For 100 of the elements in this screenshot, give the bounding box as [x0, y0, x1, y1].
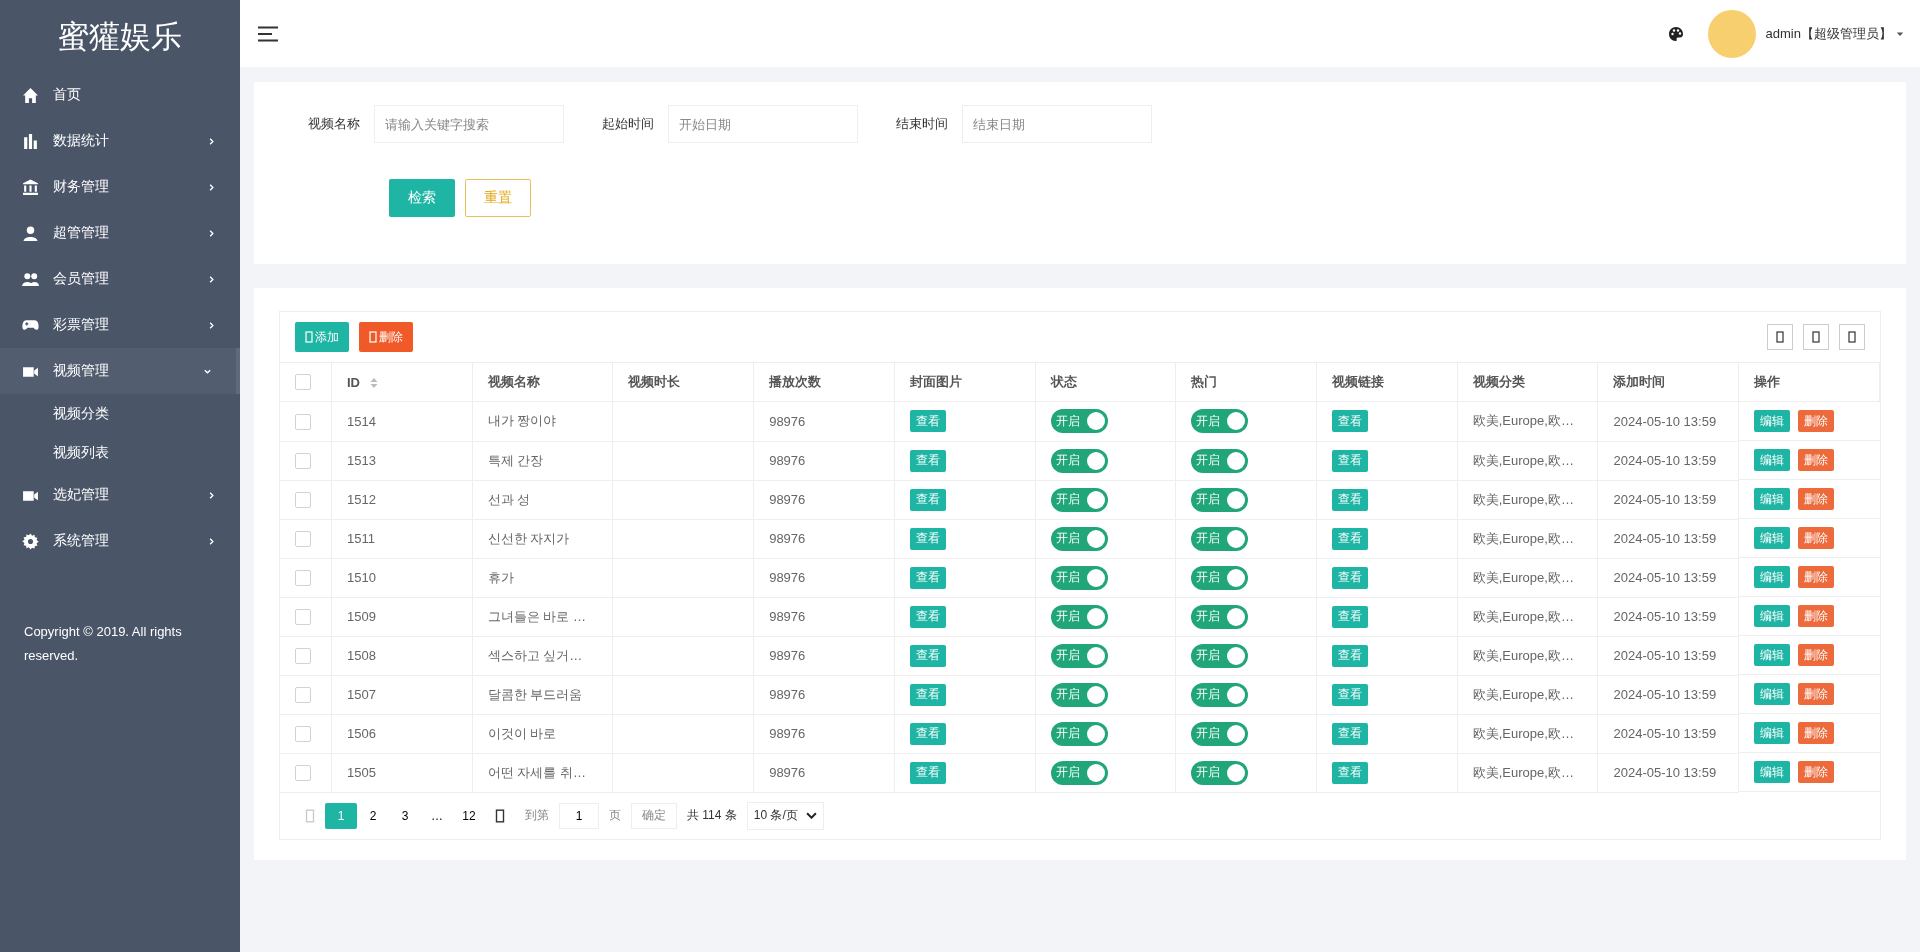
- toggle-switch[interactable]: 开启: [1191, 682, 1249, 707]
- tool-icon-button[interactable]: [1803, 324, 1829, 350]
- delete-button[interactable]: 删除: [1798, 449, 1835, 471]
- toggle-switch[interactable]: 开启: [1050, 643, 1108, 668]
- toggle-switch[interactable]: 开启: [1191, 604, 1249, 629]
- delete-button[interactable]: 删除: [1798, 644, 1835, 666]
- toggle-switch[interactable]: 开启: [1191, 721, 1249, 746]
- toggle-switch[interactable]: 开启: [1191, 409, 1249, 434]
- tool-icon-button[interactable]: [1839, 324, 1865, 350]
- toggle-switch[interactable]: 开启: [1050, 448, 1108, 473]
- page-button[interactable]: 3: [389, 802, 421, 829]
- palette-icon[interactable]: [1667, 25, 1684, 42]
- toggle-switch[interactable]: 开启: [1191, 526, 1249, 551]
- delete-button[interactable]: 删除: [1798, 761, 1835, 783]
- edit-button[interactable]: 编辑: [1754, 488, 1791, 510]
- page-button[interactable]: …: [421, 802, 453, 829]
- delete-button[interactable]: 删除: [1798, 527, 1835, 549]
- delete-button[interactable]: 删除: [1798, 566, 1835, 588]
- toggle-switch[interactable]: 开启: [1050, 487, 1108, 512]
- view-button[interactable]: 查看: [1332, 683, 1369, 706]
- view-button[interactable]: 查看: [909, 644, 946, 667]
- checkbox[interactable]: [295, 686, 311, 703]
- toggle-switch[interactable]: 开启: [1050, 721, 1108, 746]
- view-button[interactable]: 查看: [1332, 410, 1369, 433]
- checkbox[interactable]: [295, 725, 311, 742]
- checkbox[interactable]: [295, 452, 311, 469]
- sidebar-item[interactable]: 数据统计: [0, 118, 240, 164]
- edit-button[interactable]: 编辑: [1754, 644, 1791, 666]
- view-button[interactable]: 查看: [909, 527, 946, 550]
- view-button[interactable]: 查看: [1332, 449, 1369, 472]
- sidebar-item[interactable]: 彩票管理: [0, 302, 240, 348]
- toolbar-button[interactable]: 删除: [359, 322, 413, 352]
- view-button[interactable]: 查看: [1332, 488, 1369, 511]
- toggle-switch[interactable]: 开启: [1050, 682, 1108, 707]
- toggle-switch[interactable]: 开启: [1050, 565, 1108, 590]
- sidebar-item[interactable]: 选妃管理: [0, 472, 240, 518]
- checkbox[interactable]: [295, 530, 311, 547]
- column-header[interactable]: ID: [331, 362, 473, 402]
- delete-button[interactable]: 删除: [1798, 488, 1835, 510]
- delete-button[interactable]: 删除: [1798, 605, 1835, 627]
- toggle-switch[interactable]: 开启: [1050, 604, 1108, 629]
- previous-page-icon[interactable]: [305, 808, 315, 823]
- view-button[interactable]: 查看: [909, 722, 946, 745]
- toolbar-button[interactable]: 添加: [295, 322, 349, 352]
- sidebar-item[interactable]: 财务管理: [0, 164, 240, 210]
- search-field[interactable]: 请输入关键字搜索: [374, 105, 564, 143]
- sidebar-subitem[interactable]: 视频分类: [0, 394, 240, 433]
- view-button[interactable]: 查看: [909, 605, 946, 628]
- next-page-icon[interactable]: [495, 808, 505, 823]
- view-button[interactable]: 查看: [909, 410, 946, 433]
- search-field[interactable]: 开始日期: [668, 105, 858, 143]
- checkbox[interactable]: [295, 491, 311, 508]
- form-button[interactable]: 检索: [389, 179, 455, 217]
- sort-icon[interactable]: [370, 377, 378, 390]
- toggle-switch[interactable]: 开启: [1191, 760, 1249, 785]
- edit-button[interactable]: 编辑: [1754, 449, 1791, 471]
- view-button[interactable]: 查看: [1332, 527, 1369, 550]
- view-button[interactable]: 查看: [1332, 722, 1369, 745]
- caret-icon[interactable]: [1896, 30, 1904, 37]
- page-input[interactable]: 1: [559, 802, 599, 829]
- edit-button[interactable]: 编辑: [1754, 761, 1791, 783]
- checkbox[interactable]: [295, 608, 311, 625]
- menu-icon[interactable]: [258, 25, 278, 42]
- view-button[interactable]: 查看: [1332, 761, 1369, 784]
- view-button[interactable]: 查看: [909, 761, 946, 784]
- toggle-switch[interactable]: 开启: [1191, 448, 1249, 473]
- toggle-switch[interactable]: 开启: [1191, 643, 1249, 668]
- delete-button[interactable]: 删除: [1798, 410, 1835, 432]
- checkbox[interactable]: [295, 374, 311, 391]
- edit-button[interactable]: 编辑: [1754, 605, 1791, 627]
- sidebar-item[interactable]: 视频管理: [0, 348, 240, 394]
- page-button[interactable]: 12: [453, 802, 485, 829]
- view-button[interactable]: 查看: [909, 449, 946, 472]
- edit-button[interactable]: 编辑: [1754, 527, 1791, 549]
- delete-button[interactable]: 删除: [1798, 683, 1835, 705]
- view-button[interactable]: 查看: [909, 488, 946, 511]
- form-button[interactable]: 重置: [465, 179, 531, 217]
- checkbox[interactable]: [295, 413, 311, 430]
- delete-button[interactable]: 删除: [1798, 722, 1835, 744]
- tool-icon-button[interactable]: [1767, 324, 1793, 350]
- toggle-switch[interactable]: 开启: [1191, 565, 1249, 590]
- page-button[interactable]: 2: [357, 802, 389, 829]
- sidebar-item[interactable]: 首页: [0, 72, 240, 118]
- edit-button[interactable]: 编辑: [1754, 722, 1791, 744]
- view-button[interactable]: 查看: [1332, 644, 1369, 667]
- edit-button[interactable]: 编辑: [1754, 683, 1791, 705]
- page-button[interactable]: 1: [325, 802, 357, 829]
- view-button[interactable]: 查看: [1332, 566, 1369, 589]
- checkbox[interactable]: [295, 569, 311, 586]
- user-name[interactable]: admin【超级管理员】: [1765, 24, 1892, 43]
- sidebar-item[interactable]: 会员管理: [0, 256, 240, 302]
- search-field[interactable]: 结束日期: [962, 105, 1152, 143]
- toggle-switch[interactable]: 开启: [1191, 487, 1249, 512]
- checkbox[interactable]: [295, 764, 311, 781]
- view-button[interactable]: 查看: [909, 683, 946, 706]
- confirm-button[interactable]: 确定: [631, 802, 677, 829]
- sidebar-subitem[interactable]: 视频列表: [0, 433, 240, 472]
- sidebar-item[interactable]: 超管管理: [0, 210, 240, 256]
- view-button[interactable]: 查看: [909, 566, 946, 589]
- edit-button[interactable]: 编辑: [1754, 410, 1791, 432]
